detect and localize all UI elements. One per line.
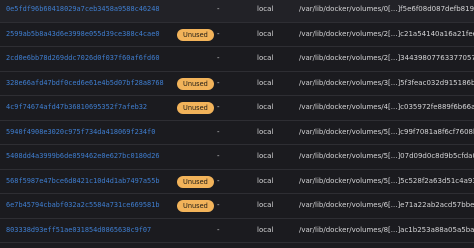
volume-scope: - bbox=[217, 78, 220, 87]
volume-mountpoint: /var/lib/docker/volumes/5[...]5c528f2a63… bbox=[299, 176, 474, 185]
volume-driver: local bbox=[257, 5, 274, 13]
volume-driver: local bbox=[257, 127, 274, 136]
volume-scope: - bbox=[217, 103, 220, 111]
volume-scope: - bbox=[217, 54, 220, 62]
volume-row[interactable]: 4c9f74674afd47b36810695352f7afeb32 Unuse… bbox=[0, 96, 474, 121]
volume-scope: - bbox=[217, 152, 220, 160]
volume-mountpoint: /var/lib/docker/volumes/0[...]f5e6f08d08… bbox=[299, 5, 474, 13]
volume-row[interactable]: 0e5fdf96b60418029a7ceb3458a9588c46248 - … bbox=[0, 0, 474, 23]
volume-driver: local bbox=[257, 78, 274, 87]
volume-mountpoint: /var/lib/docker/volumes/2[...]3443980776… bbox=[299, 54, 474, 62]
volume-row[interactable]: 2599ab5b8a43d6e3998e055d39ce388c4cae0 Un… bbox=[0, 23, 474, 47]
volume-mountpoint: /var/lib/docker/volumes/3[...]5f3feac032… bbox=[299, 78, 474, 87]
unused-badge: Unused bbox=[177, 77, 214, 90]
volume-scope: - bbox=[217, 176, 220, 185]
unused-badge: Unused bbox=[177, 28, 214, 41]
unused-badge: Unused bbox=[177, 200, 214, 212]
volume-scope: - bbox=[217, 201, 220, 209]
volume-scope: - bbox=[217, 225, 220, 234]
volume-row[interactable]: 6e7b45794cbabf032a2c5584a731ce669581b Un… bbox=[0, 194, 474, 219]
volume-driver: local bbox=[257, 201, 274, 209]
volume-mountpoint: /var/lib/docker/volumes/5[...]07d09d0c8d… bbox=[299, 152, 474, 160]
volume-mountpoint: /var/lib/docker/volumes/2[...]c21a54140a… bbox=[299, 29, 474, 38]
unused-badge: Unused bbox=[177, 102, 214, 114]
volume-row[interactable]: 2cd0e6bb78d269ddc7026d0f037f60af6fd60 - … bbox=[0, 47, 474, 72]
volume-id-link[interactable]: 568f5987e47bce6d8421c10d4d1ab7497a55b bbox=[6, 177, 172, 185]
volume-driver: local bbox=[257, 225, 274, 234]
volume-mountpoint: /var/lib/docker/volumes/6[...]e71a22ab2a… bbox=[299, 201, 474, 209]
volume-id-link[interactable]: 5408dd4a3999b6de059462e0e627bc0180d26 bbox=[6, 152, 172, 160]
volume-driver: local bbox=[257, 54, 274, 62]
volume-id-link[interactable]: 5940f4908e3020c975f734da418069f234f0 bbox=[6, 128, 172, 136]
volume-row[interactable]: 5940f4908e3020c975f734da418069f234f0 - l… bbox=[0, 121, 474, 145]
volumes-table: 0e5fdf96b60418029a7ceb3458a9588c46248 - … bbox=[0, 0, 474, 243]
volume-driver: local bbox=[257, 176, 274, 185]
volume-id-link[interactable]: 2599ab5b8a43d6e3998e055d39ce388c4cae0 bbox=[6, 30, 172, 38]
volume-row[interactable]: 5408dd4a3999b6de059462e0e627bc0180d26 - … bbox=[0, 145, 474, 170]
unused-badge: Unused bbox=[177, 175, 214, 188]
volume-id-link[interactable]: 328e66afd47bdf0ced6e61e4b5d07bf28a8768 bbox=[6, 79, 172, 87]
volume-scope: - bbox=[217, 5, 220, 13]
volume-id-link[interactable]: 4c9f74674afd47b36810695352f7afeb32 bbox=[6, 103, 172, 111]
volume-row[interactable]: 328e66afd47bdf0ced6e61e4b5d07bf28a8768 U… bbox=[0, 72, 474, 96]
volume-scope: - bbox=[217, 127, 220, 136]
volume-scope: - bbox=[217, 29, 220, 38]
volume-row[interactable]: 803338d93eff51ae031854d0865638c9f07 - lo… bbox=[0, 219, 474, 243]
volume-id-link[interactable]: 2cd0e6bb78d269ddc7026d0f037f60af6fd60 bbox=[6, 54, 172, 62]
volume-id-link[interactable]: 6e7b45794cbabf032a2c5584a731ce669581b bbox=[6, 201, 172, 209]
volume-id-link[interactable]: 803338d93eff51ae031854d0865638c9f07 bbox=[6, 226, 172, 234]
volume-id-link[interactable]: 0e5fdf96b60418029a7ceb3458a9588c46248 bbox=[6, 5, 172, 13]
volume-mountpoint: /var/lib/docker/volumes/8[...]ac1b253a88… bbox=[299, 225, 474, 234]
volume-driver: local bbox=[257, 152, 274, 160]
volume-row[interactable]: 568f5987e47bce6d8421c10d4d1ab7497a55b Un… bbox=[0, 170, 474, 194]
volume-mountpoint: /var/lib/docker/volumes/4[...]c035972fe8… bbox=[299, 103, 474, 111]
volume-mountpoint: /var/lib/docker/volumes/5[...]c99f7081a8… bbox=[299, 127, 474, 136]
volume-driver: local bbox=[257, 103, 274, 111]
volume-driver: local bbox=[257, 29, 274, 38]
